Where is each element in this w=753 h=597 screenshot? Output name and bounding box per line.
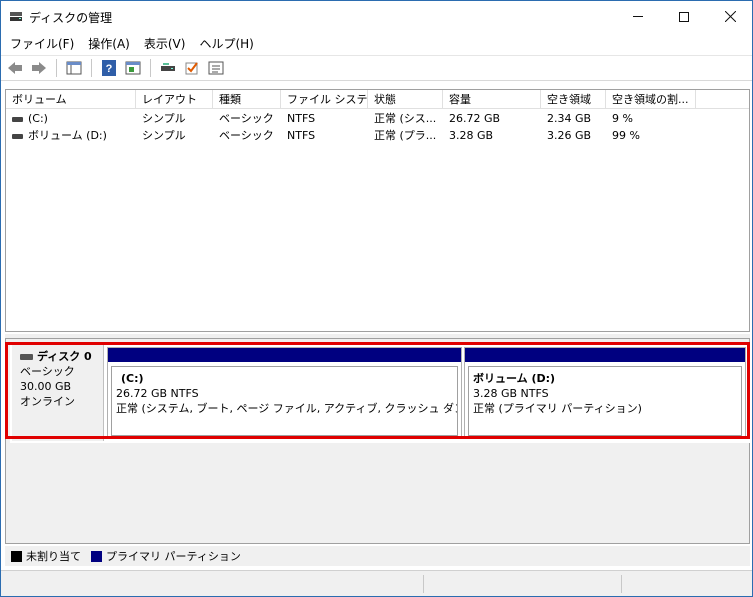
action-pane-icon [125,61,141,75]
volume-free-space: 3.26 GB [547,129,592,142]
status-segment [621,575,622,593]
close-button[interactable] [707,1,753,32]
maximize-icon [679,11,689,22]
minimize-icon [633,16,643,17]
status-bar [1,570,752,596]
column-header-volume[interactable]: ボリューム [6,90,136,109]
volume-list[interactable]: ボリューム レイアウト 種類 ファイル システム 状態 容量 空き領域 空き領域… [5,89,750,332]
forward-icon [32,62,46,74]
properties-icon [208,61,224,75]
partition-body: ボリューム (D:) 3.28 GB NTFS 正常 (プライマリ パーティショ… [468,366,742,436]
help-icon: ? [102,60,116,76]
volume-name-cell: ボリューム (D:) [6,127,136,144]
volume-name: (C:) [28,112,48,125]
volume-layout: シンプル [142,112,186,125]
volume-free-space: 2.34 GB [547,112,592,125]
partition-status: 正常 (システム, ブート, ページ ファイル, アクティブ, クラッシュ ダン… [116,402,457,415]
toolbar-separator [91,59,92,77]
legend-unallocated: 未割り当て [26,550,81,563]
disk-size: 30.00 GB [20,380,72,393]
partition-c[interactable]: (C:) 26.72 GB NTFS 正常 (システム, ブート, ページ ファ… [107,347,462,439]
partition-band [108,348,461,362]
volume-capacity: 26.72 GB [449,112,501,125]
menu-file[interactable]: ファイル(F) [3,33,81,54]
volume-layout: シンプル [142,129,186,142]
volume-filesystem: NTFS [287,112,316,125]
partition-body: (C:) 26.72 GB NTFS 正常 (システム, ブート, ページ ファ… [111,366,458,436]
menu-action[interactable]: 操作(A) [81,33,137,54]
console-tree-button[interactable] [64,58,84,78]
maximize-button[interactable] [661,1,707,32]
svg-text:?: ? [106,63,113,75]
disk-icon [20,353,33,360]
disk-graphical-view: ディスク 0 ベーシック 30.00 GB オンライン (C:) 26.72 G… [5,338,750,544]
disk-management-app-icon [10,12,22,21]
back-button[interactable] [5,58,25,78]
back-icon [8,62,22,74]
toolbar-separator [150,59,151,77]
column-header-free-percent[interactable]: 空き領域の割... [606,90,696,109]
close-icon [724,11,736,22]
column-header-capacity[interactable]: 容量 [443,90,541,109]
disk-management-window: ディスクの管理 ファイル(F) 操作(A) 表示(V) ヘルプ(H) ? ボリュ… [0,0,753,597]
check-button[interactable] [182,58,202,78]
column-header-free-space[interactable]: 空き領域 [541,90,606,109]
minimize-button[interactable] [615,1,661,32]
column-header-type[interactable]: 種類 [213,90,281,109]
partition-band [465,348,745,362]
unallocated-swatch [11,550,22,562]
toolbar: ? [1,55,752,81]
title-bar: ディスクの管理 [1,1,752,32]
volume-name: ボリューム (D:) [28,129,107,142]
disk-state: オンライン [20,395,75,408]
status-segment [423,575,424,593]
volume-filesystem: NTFS [287,129,316,142]
partition-size-fs: 26.72 GB NTFS [116,387,199,400]
legend: 未割り当て プライマリ パーティション [5,546,750,566]
column-header-filesystem[interactable]: ファイル システム [281,90,368,109]
partition-title: (C:) [121,372,144,385]
volume-free-percent: 9 % [612,112,633,125]
volume-row[interactable]: (C:) シンプル ベーシック NTFS 正常 (シス... 26.72 GB … [6,110,749,127]
menu-view[interactable]: 表示(V) [137,33,193,54]
disk-row[interactable]: ディスク 0 ベーシック 30.00 GB オンライン (C:) 26.72 G… [10,343,750,443]
help-button[interactable]: ? [99,58,119,78]
disk-name: ディスク 0 [37,350,92,363]
partition-size-fs: 3.28 GB NTFS [473,387,549,400]
rescan-button[interactable] [158,58,178,78]
volume-free-percent: 99 % [612,129,640,142]
volume-status: 正常 (シス... [374,112,437,125]
volume-type: ベーシック [219,112,274,125]
window-title: ディスクの管理 [29,11,113,25]
volume-status: 正常 (プラ... [374,129,437,142]
volume-type: ベーシック [219,129,274,142]
partition-status: 正常 (プライマリ パーティション) [473,402,642,415]
menu-help[interactable]: ヘルプ(H) [192,33,260,54]
column-header-status[interactable]: 状態 [368,90,443,109]
forward-button[interactable] [29,58,49,78]
disk-type: ベーシック [20,365,75,378]
rescan-icon [161,63,175,71]
volume-icon [12,116,23,122]
toolbar-separator [56,59,57,77]
volume-name-cell: (C:) [6,110,136,127]
volume-icon [12,133,23,139]
menu-bar: ファイル(F) 操作(A) 表示(V) ヘルプ(H) [1,32,752,54]
partition-title: ボリューム (D:) [473,372,556,385]
volume-capacity: 3.28 GB [449,129,494,142]
check-icon [185,62,198,75]
volume-list-header: ボリューム レイアウト 種類 ファイル システム 状態 容量 空き領域 空き領域… [6,90,749,109]
volume-row[interactable]: ボリューム (D:) シンプル ベーシック NTFS 正常 (プラ... 3.2… [6,127,749,144]
primary-partition-swatch [91,550,102,562]
action-pane-button[interactable] [123,58,143,78]
properties-button[interactable] [206,58,226,78]
column-header-layout[interactable]: レイアウト [136,90,213,109]
legend-primary-partition: プライマリ パーティション [106,550,241,563]
disk-name-line: ディスク 0 [20,349,95,364]
console-tree-icon [66,61,82,75]
partition-d[interactable]: ボリューム (D:) 3.28 GB NTFS 正常 (プライマリ パーティショ… [464,347,746,439]
disk-info-panel[interactable]: ディスク 0 ベーシック 30.00 GB オンライン [12,345,104,441]
